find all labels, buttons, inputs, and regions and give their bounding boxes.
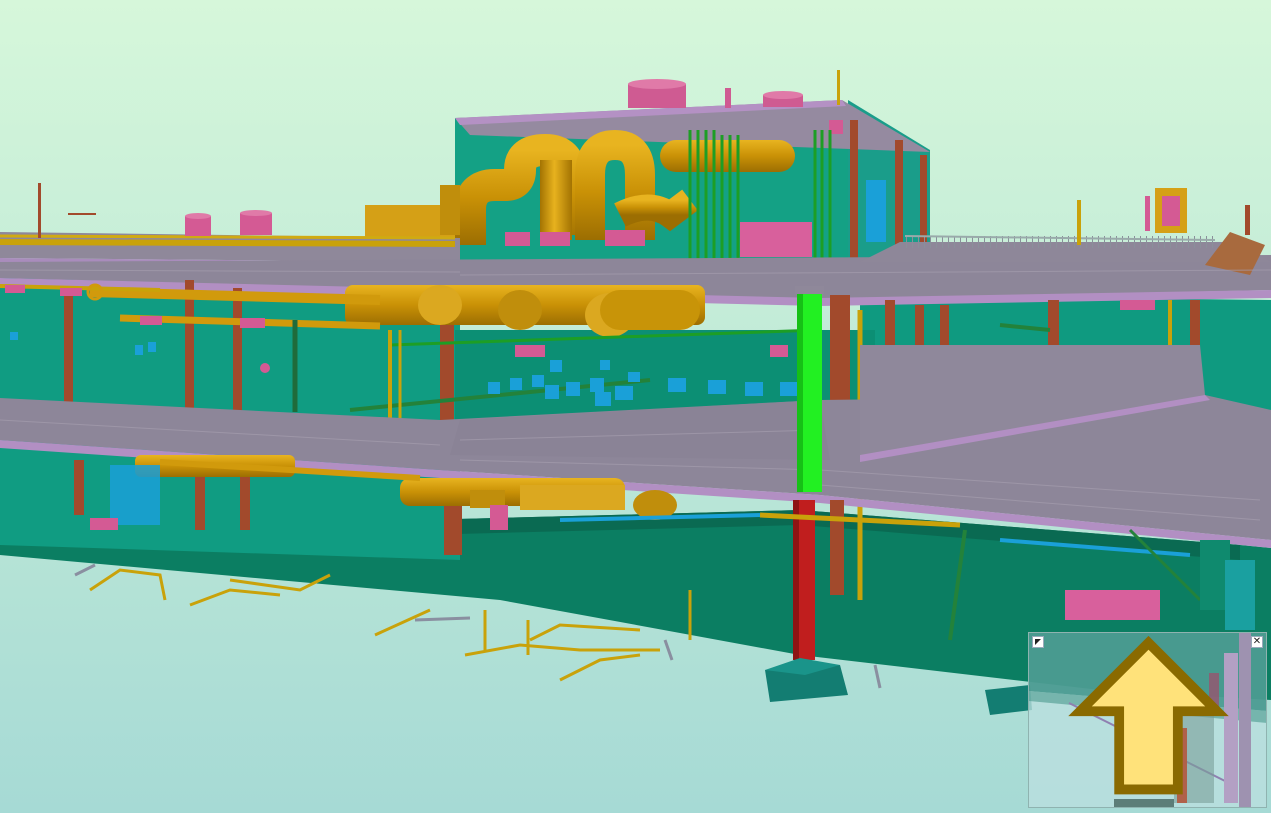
left-wall-blue-box (135, 345, 143, 355)
roof-vent-right (763, 91, 803, 107)
3d-viewport[interactable]: ✕ (0, 0, 1271, 813)
pink-unit-1 (505, 232, 530, 246)
pointer-arrow-icon (1068, 635, 1229, 795)
roof-corner-post (1245, 205, 1250, 235)
pink-unit-4 (740, 222, 812, 257)
machine-room-column-2 (895, 140, 903, 258)
roof-pipe (725, 88, 731, 108)
selected-column-shade (797, 292, 803, 492)
roof-antenna (837, 70, 840, 105)
roof-vent-left (628, 79, 686, 108)
footing-right (985, 685, 1032, 715)
red-column-shade (793, 500, 799, 660)
pink-unit-3 (605, 230, 645, 246)
roof-pink-post (1145, 196, 1150, 231)
roof-pink-frame (1162, 196, 1180, 226)
left-wall-pink-box (10, 332, 18, 340)
machine-room-column-1 (850, 120, 858, 260)
minimap-panel[interactable]: ✕ (1028, 632, 1267, 808)
highlight-column-cap (795, 286, 824, 294)
pink-unit-2 (540, 232, 570, 246)
roof-yellow-mast (1077, 200, 1081, 245)
blue-tank (866, 180, 886, 242)
left-wall-blue-box-2 (148, 342, 156, 352)
